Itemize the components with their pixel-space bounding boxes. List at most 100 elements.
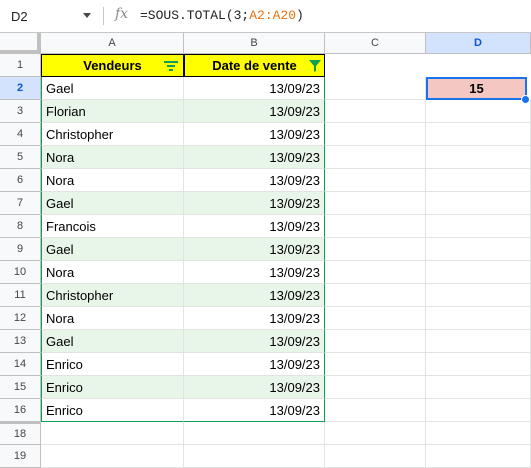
- empty-cell[interactable]: [426, 399, 531, 422]
- empty-cell[interactable]: [325, 399, 426, 422]
- cell-vendeur[interactable]: Gael: [41, 192, 184, 215]
- cell-vendeur[interactable]: Gael: [41, 238, 184, 261]
- row-header-13[interactable]: 13: [0, 330, 41, 353]
- empty-cell[interactable]: [325, 307, 426, 330]
- empty-cell[interactable]: [426, 284, 531, 307]
- empty-cell[interactable]: [426, 192, 531, 215]
- row-header-12[interactable]: 12: [0, 307, 41, 330]
- row-header-7[interactable]: 7: [0, 192, 41, 215]
- cell-vendeur[interactable]: Enrico: [41, 376, 184, 399]
- empty-cell[interactable]: [426, 353, 531, 376]
- cell-date-de-vente[interactable]: 13/09/23: [184, 77, 325, 100]
- cell-date-de-vente[interactable]: 13/09/23: [184, 330, 325, 353]
- row-header-8[interactable]: 8: [0, 215, 41, 238]
- empty-cell[interactable]: [325, 123, 426, 146]
- empty-cell[interactable]: [184, 445, 325, 468]
- cell-vendeur[interactable]: Francois: [41, 215, 184, 238]
- row-header-15[interactable]: 15: [0, 376, 41, 399]
- cell-vendeur[interactable]: Christopher: [41, 284, 184, 307]
- row-header-5[interactable]: 5: [0, 146, 41, 169]
- empty-cell[interactable]: [426, 261, 531, 284]
- row-header-1[interactable]: 1: [0, 54, 41, 77]
- empty-cell[interactable]: [426, 100, 531, 123]
- empty-cell[interactable]: [325, 169, 426, 192]
- empty-cell[interactable]: [426, 238, 531, 261]
- cell-d2-subtotal[interactable]: 15: [426, 77, 527, 100]
- empty-cell[interactable]: [325, 445, 426, 468]
- cell-date-de-vente[interactable]: 13/09/23: [184, 399, 325, 422]
- empty-cell[interactable]: [325, 238, 426, 261]
- row-header-4[interactable]: 4: [0, 123, 41, 146]
- empty-cell[interactable]: [325, 192, 426, 215]
- empty-cell[interactable]: [325, 284, 426, 307]
- empty-cell[interactable]: [41, 422, 184, 445]
- empty-cell[interactable]: [426, 307, 531, 330]
- filter-active-icon[interactable]: [309, 60, 321, 72]
- empty-cell[interactable]: [41, 445, 184, 468]
- column-header-d[interactable]: D: [426, 33, 531, 54]
- empty-cell[interactable]: [325, 376, 426, 399]
- row-header-18[interactable]: 18: [0, 422, 41, 445]
- cell-vendeur[interactable]: Nora: [41, 261, 184, 284]
- header-cell-date-de-vente[interactable]: Date de vente: [184, 54, 325, 77]
- row-header-19[interactable]: 19: [0, 445, 41, 468]
- row-header-3[interactable]: 3: [0, 100, 41, 123]
- empty-cell[interactable]: [325, 261, 426, 284]
- column-header-b[interactable]: B: [184, 33, 325, 54]
- row-header-10[interactable]: 10: [0, 261, 41, 284]
- empty-cell[interactable]: [426, 376, 531, 399]
- cell-vendeur[interactable]: Gael: [41, 330, 184, 353]
- empty-cell[interactable]: [426, 422, 531, 445]
- row-header-16[interactable]: 16: [0, 399, 41, 422]
- fill-handle[interactable]: [521, 95, 530, 104]
- empty-cell[interactable]: [184, 422, 325, 445]
- cell-vendeur[interactable]: Florian: [41, 100, 184, 123]
- cell-date-de-vente[interactable]: 13/09/23: [184, 146, 325, 169]
- cell-date-de-vente[interactable]: 13/09/23: [184, 192, 325, 215]
- cell-vendeur[interactable]: Enrico: [41, 353, 184, 376]
- empty-cell[interactable]: [426, 445, 531, 468]
- header-cell-vendeurs[interactable]: Vendeurs: [41, 54, 184, 77]
- cell-date-de-vente[interactable]: 13/09/23: [184, 307, 325, 330]
- empty-cell[interactable]: [426, 215, 531, 238]
- cell-vendeur[interactable]: Nora: [41, 146, 184, 169]
- row-header-11[interactable]: 11: [0, 284, 41, 307]
- cell-date-de-vente[interactable]: 13/09/23: [184, 215, 325, 238]
- select-all-corner[interactable]: [0, 33, 41, 54]
- row-header-6[interactable]: 6: [0, 169, 41, 192]
- cell-vendeur[interactable]: Christopher: [41, 123, 184, 146]
- empty-cell[interactable]: [426, 123, 531, 146]
- column-header-c[interactable]: C: [325, 33, 426, 54]
- cell-date-de-vente[interactable]: 13/09/23: [184, 238, 325, 261]
- cell-date-de-vente[interactable]: 13/09/23: [184, 261, 325, 284]
- column-header-a[interactable]: A: [41, 33, 184, 54]
- row-header-2[interactable]: 2: [0, 77, 41, 100]
- empty-cell[interactable]: [426, 330, 531, 353]
- name-box[interactable]: D2: [0, 0, 98, 32]
- empty-cell[interactable]: [325, 422, 426, 445]
- formula-input[interactable]: =SOUS.TOTAL(3;A2:A20): [140, 8, 304, 23]
- cell-vendeur[interactable]: Gael: [41, 77, 184, 100]
- empty-cell[interactable]: [325, 77, 426, 100]
- empty-cell[interactable]: [325, 100, 426, 123]
- empty-cell[interactable]: [325, 330, 426, 353]
- empty-cell[interactable]: [325, 215, 426, 238]
- chevron-down-icon[interactable]: [83, 13, 91, 18]
- cell-vendeur[interactable]: Nora: [41, 169, 184, 192]
- cell-vendeur[interactable]: Enrico: [41, 399, 184, 422]
- empty-cell[interactable]: [426, 169, 531, 192]
- cell-vendeur[interactable]: Nora: [41, 307, 184, 330]
- empty-cell[interactable]: [426, 146, 531, 169]
- cell-date-de-vente[interactable]: 13/09/23: [184, 376, 325, 399]
- empty-cell[interactable]: [325, 353, 426, 376]
- vendeur-name: Nora: [46, 172, 75, 188]
- row-header-14[interactable]: 14: [0, 353, 41, 376]
- cell-date-de-vente[interactable]: 13/09/23: [184, 284, 325, 307]
- row-header-9[interactable]: 9: [0, 238, 41, 261]
- cell-date-de-vente[interactable]: 13/09/23: [184, 169, 325, 192]
- filter-lines-icon[interactable]: [164, 61, 178, 71]
- empty-cell[interactable]: [325, 146, 426, 169]
- cell-date-de-vente[interactable]: 13/09/23: [184, 100, 325, 123]
- cell-date-de-vente[interactable]: 13/09/23: [184, 123, 325, 146]
- cell-date-de-vente[interactable]: 13/09/23: [184, 353, 325, 376]
